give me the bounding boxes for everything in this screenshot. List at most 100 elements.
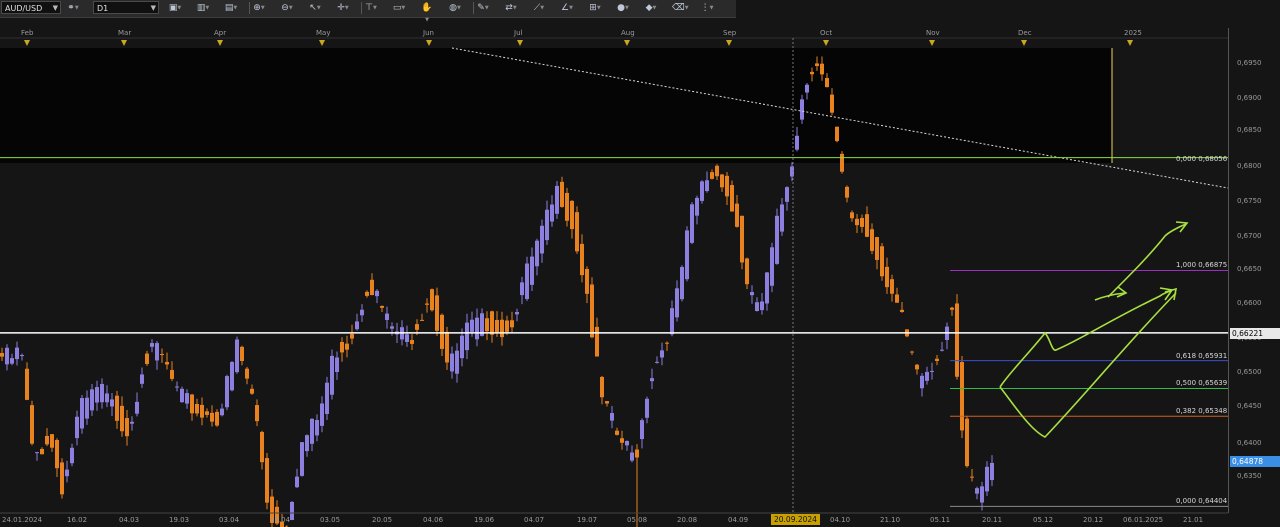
- date-axis-label: 04.06: [423, 516, 444, 524]
- candle-body: [15, 347, 19, 360]
- price-axis-label: 0,6900: [1237, 94, 1262, 102]
- candle-body: [305, 435, 309, 452]
- candle-body: [75, 416, 79, 439]
- candle-body: [325, 382, 329, 414]
- support-price-tag: 0,66221: [1230, 327, 1280, 339]
- date-axis-label: 21.10: [880, 516, 901, 524]
- candle-body: [50, 434, 54, 448]
- candle-body: [135, 401, 139, 414]
- candle-body: [185, 393, 189, 404]
- date-axis-label: 04.03: [119, 516, 140, 524]
- candle-body: [880, 246, 884, 277]
- candle-body: [850, 212, 854, 219]
- candle-body: [350, 334, 354, 339]
- candle-body: [530, 256, 534, 285]
- candle-body: [60, 462, 64, 495]
- month-label: Sep: [723, 29, 737, 37]
- candle-body: [405, 334, 409, 342]
- current-price-tag: 0,64878: [1230, 456, 1280, 468]
- candle-body: [515, 311, 519, 315]
- candle-body: [410, 340, 414, 344]
- candle-body: [505, 320, 509, 332]
- candle-body: [715, 165, 719, 177]
- price-axis-label: 0,6800: [1237, 162, 1262, 170]
- candle-body: [455, 350, 459, 374]
- candle-body: [555, 185, 559, 214]
- candle-body: [620, 438, 624, 443]
- candle-body: [120, 405, 124, 432]
- month-label: Jul: [514, 29, 523, 37]
- price-axis-label: 0,6350: [1237, 472, 1262, 480]
- candle-body: [520, 282, 524, 296]
- candle-body: [290, 501, 294, 520]
- month-label: Nov: [926, 29, 940, 37]
- candle-body: [990, 462, 994, 481]
- candle-body: [985, 466, 989, 492]
- candle-body: [80, 398, 84, 429]
- price-axis-label: 0,6850: [1237, 126, 1262, 134]
- price-chart[interactable]: [0, 0, 1280, 527]
- candle-body: [680, 267, 684, 300]
- candle-body: [795, 135, 799, 150]
- candle-body: [730, 185, 734, 212]
- candle-body: [585, 268, 589, 294]
- candle-body: [605, 401, 609, 404]
- candle-body: [975, 488, 979, 494]
- candle-body: [925, 371, 929, 381]
- candle-body: [450, 353, 454, 372]
- candle-body: [855, 218, 859, 226]
- candle-body: [340, 341, 344, 353]
- price-axis-label: 0,6600: [1237, 299, 1262, 307]
- candle-body: [140, 374, 144, 384]
- candle-body: [440, 314, 444, 349]
- candle-body: [160, 354, 164, 356]
- candle-body: [570, 200, 574, 230]
- candle-body: [920, 375, 924, 389]
- candle-body: [245, 368, 249, 379]
- candle-body: [720, 174, 724, 188]
- candle-body: [590, 284, 594, 338]
- candle-body: [650, 378, 654, 382]
- candle-body: [425, 303, 429, 305]
- candle-body: [655, 361, 659, 363]
- fib-level-label: 1,000 0,66875: [1176, 261, 1228, 270]
- date-axis-label: 16.02: [67, 516, 88, 524]
- date-axis-label: 04.09: [728, 516, 749, 524]
- candle-body: [940, 349, 944, 351]
- price-axis-label: 0,6750: [1237, 197, 1262, 205]
- price-axis[interactable]: 0,6950 0,6900 0,6850 0,6800 0,6750 0,6700 0,66…: [1228, 28, 1280, 513]
- candle-body: [220, 408, 224, 416]
- candle-body: [670, 308, 674, 335]
- candle-body: [10, 358, 14, 364]
- candle-body: [740, 215, 744, 263]
- candle-body: [25, 368, 29, 400]
- candle-body: [240, 346, 244, 362]
- candle-body: [125, 418, 129, 437]
- month-label: 2025: [1124, 29, 1142, 37]
- candle-body: [100, 383, 104, 403]
- candle-body: [885, 266, 889, 288]
- candle-body: [335, 357, 339, 372]
- resistance-label: 0,000 0,68056: [1176, 155, 1228, 163]
- candle-body: [500, 319, 504, 338]
- date-axis-label: 24.01.2024: [2, 516, 43, 524]
- date-axis-label: 05.08: [627, 516, 648, 524]
- date-axis-label: 04.10: [830, 516, 851, 524]
- candle-body: [970, 476, 974, 478]
- candle-body: [525, 263, 529, 300]
- candle-body: [365, 291, 369, 296]
- month-label: Mar: [118, 29, 132, 37]
- candle-body: [785, 187, 789, 202]
- candle-body: [200, 404, 204, 418]
- candle-body: [90, 389, 94, 411]
- candle-body: [180, 388, 184, 403]
- candle-body: [630, 452, 634, 461]
- candle-body: [45, 435, 49, 445]
- candle-body: [690, 204, 694, 243]
- candle-body: [105, 393, 109, 403]
- candle-body: [870, 229, 874, 251]
- candle-body: [355, 321, 359, 330]
- candle-body: [150, 343, 154, 347]
- candle-body: [935, 358, 939, 362]
- candle-body: [390, 326, 394, 329]
